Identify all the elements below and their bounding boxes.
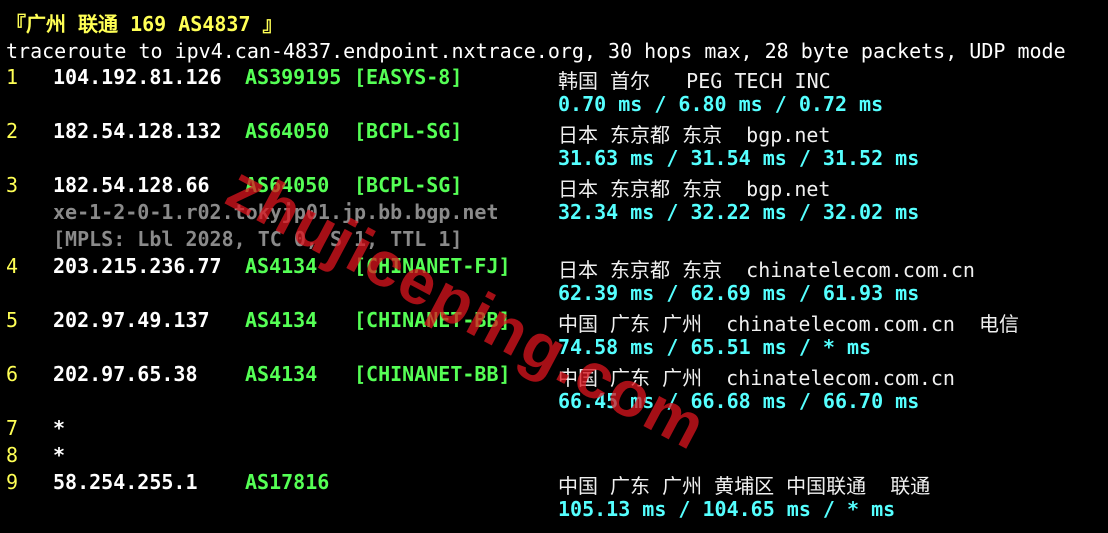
hop-ip: 202.97.49.137 bbox=[53, 308, 210, 332]
hop-rtt: 31.63 ms / 31.54 ms / 31.52 ms bbox=[558, 146, 920, 170]
hop-geo: 中国 广东 广州 黄埔区 中国联通 联通 bbox=[558, 474, 931, 498]
hop-geo: 日本 东京都 东京 bgp.net bbox=[558, 123, 831, 147]
hop-rtt: 62.39 ms / 62.69 ms / 61.93 ms bbox=[558, 281, 920, 305]
hop-asn: AS64050 bbox=[245, 173, 330, 197]
hop-geo: 韩国 首尔 PEG TECH INC bbox=[558, 69, 831, 93]
hop-number: 3 bbox=[6, 173, 19, 197]
hop-geo: 日本 东京都 东京 bgp.net bbox=[558, 177, 831, 201]
hop-ip: 182.54.128.132 bbox=[53, 119, 222, 143]
hop-tag: [CHINANET-FJ] bbox=[354, 254, 511, 278]
hop-ip: 182.54.128.66 bbox=[53, 173, 210, 197]
hop-tag: [BCPL-SG] bbox=[354, 173, 463, 197]
hop-number: 9 bbox=[6, 470, 19, 494]
hop-rtt: 66.45 ms / 66.68 ms / 66.70 ms bbox=[558, 389, 920, 413]
hop-number: 4 bbox=[6, 254, 19, 278]
hop-tag: [CHINANET-BB] bbox=[354, 362, 511, 386]
hop-tag: [EASYS-8] bbox=[354, 65, 463, 89]
hop-ip: 203.215.236.77 bbox=[53, 254, 222, 278]
hop-rtt: 105.13 ms / 104.65 ms / * ms bbox=[558, 497, 896, 521]
hop-ip: * bbox=[53, 416, 66, 440]
hop-asn: AS4134 bbox=[245, 308, 318, 332]
hop-rdns: xe-1-2-0-1.r02.tokyjp01.jp.bb.bgp.net bbox=[53, 200, 499, 224]
hop-tag: [BCPL-SG] bbox=[354, 119, 463, 143]
hop-number: 8 bbox=[6, 443, 19, 467]
hop-ip: 202.97.65.38 bbox=[53, 362, 198, 386]
hop-number: 2 bbox=[6, 119, 19, 143]
hop-asn: AS399195 bbox=[245, 65, 342, 89]
hop-tag: [CHINANET-BB] bbox=[354, 308, 511, 332]
hop-asn: AS4134 bbox=[245, 254, 318, 278]
hop-number: 7 bbox=[6, 416, 19, 440]
hop-ip: * bbox=[53, 443, 66, 467]
hop-asn: AS4134 bbox=[245, 362, 318, 386]
hop-asn: AS64050 bbox=[245, 119, 330, 143]
hop-number: 5 bbox=[6, 308, 19, 332]
hop-mpls: [MPLS: Lbl 2028, TC 0, S 1, TTL 1] bbox=[53, 227, 463, 251]
hop-rtt: 0.70 ms / 6.80 ms / 0.72 ms bbox=[558, 92, 884, 116]
hop-geo: 中国 广东 广州 chinatelecom.com.cn 电信 bbox=[558, 312, 1020, 336]
hop-ip: 104.192.81.126 bbox=[53, 65, 222, 89]
hop-number: 1 bbox=[6, 65, 19, 89]
trace-title: 『广州 联通 169 AS4837 』 bbox=[6, 12, 283, 36]
hop-ip: 58.254.255.1 bbox=[53, 470, 198, 494]
hop-rtt: 32.34 ms / 32.22 ms / 32.02 ms bbox=[558, 200, 920, 224]
hop-geo: 中国 广东 广州 chinatelecom.com.cn bbox=[558, 366, 955, 390]
hop-number: 6 bbox=[6, 362, 19, 386]
hop-rtt: 74.58 ms / 65.51 ms / * ms bbox=[558, 335, 872, 359]
traceroute-header: traceroute to ipv4.can-4837.endpoint.nxt… bbox=[6, 39, 1066, 63]
hop-asn: AS17816 bbox=[245, 470, 330, 494]
hop-geo: 日本 东京都 东京 chinatelecom.com.cn bbox=[558, 258, 975, 282]
